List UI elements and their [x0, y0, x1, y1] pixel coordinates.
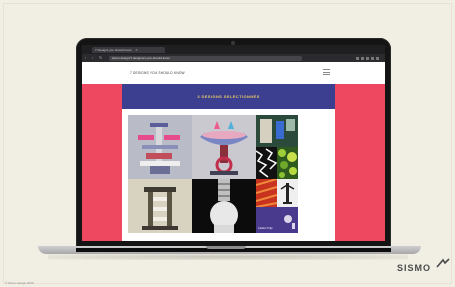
back-icon[interactable]: ‹: [85, 56, 89, 60]
image-tile-collage-1[interactable]: [256, 115, 298, 147]
brand-logo: SISMO: [397, 263, 432, 273]
image-caption: © Sismo design 2020: [5, 281, 34, 285]
extension-icon[interactable]: [366, 56, 369, 60]
browser-tab-bar: 7 Designs you should know ×: [82, 45, 385, 54]
forward-icon[interactable]: ›: [92, 56, 96, 60]
laptop-lid: 7 Designs you should know × ‹ › ↻ sismo.…: [76, 38, 391, 248]
bowl-sculpture-image: [192, 115, 256, 179]
laptop-opening-notch: [206, 246, 246, 249]
image-tile-labeled[interactable]: Carlton Tulip: [256, 207, 298, 233]
image-tile-pattern-2[interactable]: [277, 147, 298, 179]
image-tile-totem[interactable]: [128, 115, 192, 179]
browser-tab[interactable]: 7 Designs you should know ×: [92, 46, 165, 53]
pattern-image: [256, 147, 277, 179]
laptop-shadow: [48, 254, 408, 260]
site-header: 7 DESIGNS YOU SHOULD KNOW: [82, 62, 385, 85]
extension-icon[interactable]: [376, 56, 379, 60]
page-background: 3 DESIGNS SELECTIONNÉS Carlton Tulip: [82, 84, 385, 241]
lamp-image: [192, 179, 256, 233]
address-bar[interactable]: sismo.design/7-designers-you-should-know: [109, 55, 302, 61]
extension-icon[interactable]: [361, 56, 364, 60]
extension-icon[interactable]: [356, 56, 359, 60]
structure-sculpture-image: [128, 179, 192, 233]
banner-title: 3 DESIGNS SELECTIONNÉS: [197, 94, 260, 99]
browser-toolbar: ‹ › ↻ sismo.design/7-designers-you-shoul…: [82, 54, 385, 62]
logo-mark-icon: [436, 258, 450, 268]
extension-icon[interactable]: [371, 56, 374, 60]
tab-title: 7 Designs you should know: [95, 47, 132, 52]
figure-image: [277, 179, 298, 207]
hamburger-menu-icon[interactable]: [323, 69, 330, 75]
foliage-pattern-image: [277, 147, 298, 179]
image-tile-pattern-3[interactable]: [256, 179, 277, 207]
image-tile-figure[interactable]: [277, 179, 298, 207]
content-panel: 3 DESIGNS SELECTIONNÉS Carlton Tulip: [122, 84, 335, 241]
image-tile-structure[interactable]: [128, 179, 192, 233]
site-name[interactable]: 7 DESIGNS YOU SHOULD KNOW: [130, 71, 185, 75]
hero-banner: 3 DESIGNS SELECTIONNÉS: [122, 84, 335, 109]
image-tile-bowl[interactable]: [192, 115, 256, 179]
reload-icon[interactable]: ↻: [99, 56, 103, 60]
collage-image: [256, 115, 298, 147]
totem-sculpture-image: [128, 115, 192, 179]
tab-close-icon[interactable]: ×: [135, 47, 137, 52]
image-tile-lamp[interactable]: [192, 179, 256, 233]
laptop-screen: 7 Designs you should know × ‹ › ↻ sismo.…: [82, 45, 385, 241]
image-tile-pattern-1[interactable]: [256, 147, 277, 179]
extension-icons: [356, 56, 379, 60]
red-pattern-image: [256, 179, 277, 207]
tile-caption: Carlton Tulip: [258, 227, 273, 230]
